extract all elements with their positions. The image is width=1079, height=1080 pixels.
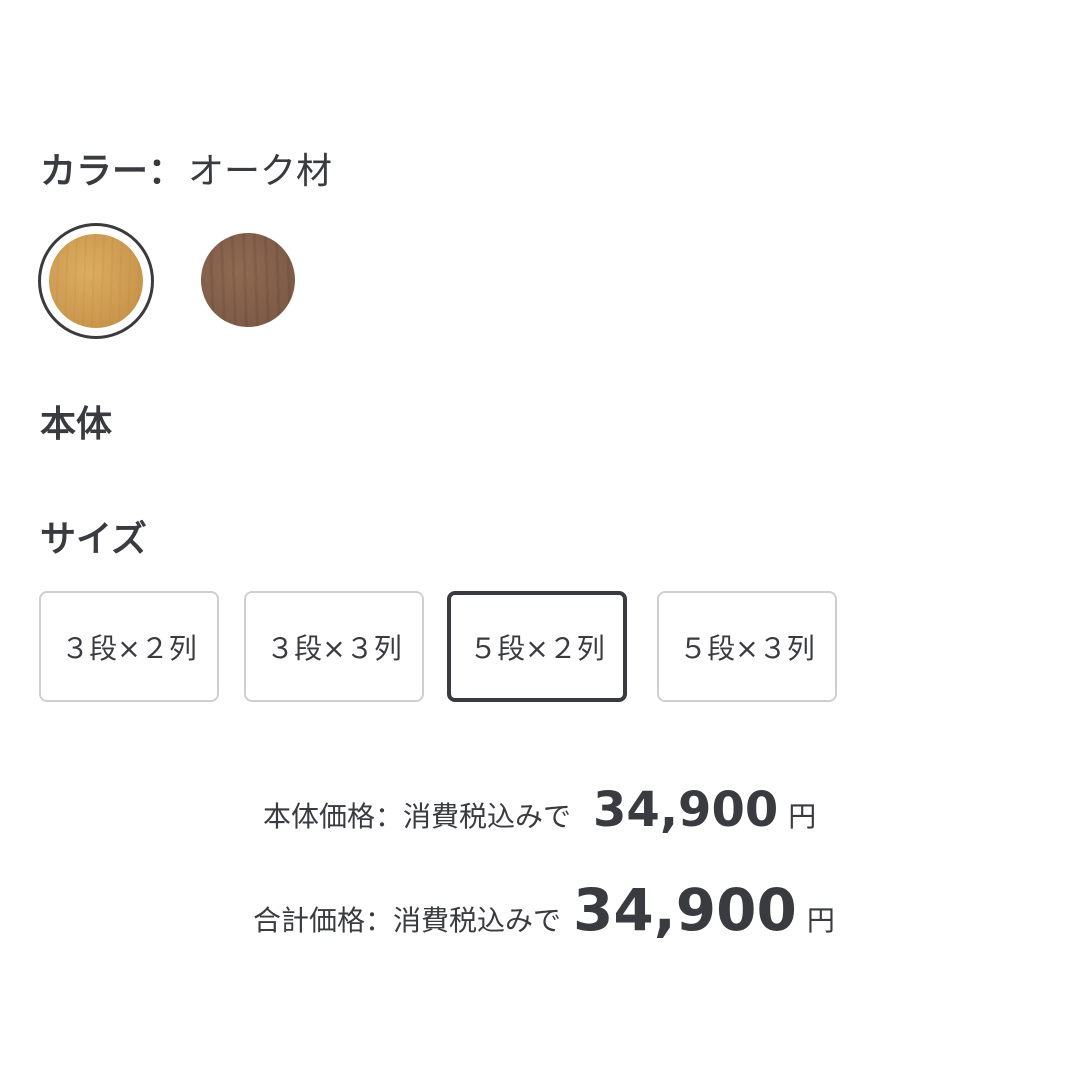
total-price-unit: 円 (806, 904, 835, 937)
total-price-row: 合計価格：消費税込みで 34,900 円 (253, 876, 835, 944)
size-section-title: サイズ (40, 519, 147, 560)
body-section-title: 本体 (40, 404, 113, 445)
base-price-label: 本体価格：消費税込みで (263, 800, 572, 833)
color-selection-header: カラー： オーク材 (40, 140, 332, 196)
size-option-5x3-button[interactable]: ５段×３列 (657, 591, 837, 702)
total-price-label: 合計価格：消費税込みで (253, 904, 562, 937)
base-price-unit: 円 (788, 800, 817, 833)
base-price-row: 本体価格：消費税込みで 34,900 円 (263, 782, 816, 838)
size-option-5x2-button[interactable]: ５段×２列 (447, 591, 627, 702)
size-option-3x2-button[interactable]: ３段×２列 (39, 591, 219, 702)
size-option-3x3-button[interactable]: ３段×３列 (244, 591, 424, 702)
color-label: カラー： (40, 151, 185, 192)
oak-wood-texture (49, 234, 143, 328)
total-price-amount: 34,900 (573, 876, 797, 944)
color-selected-value: オーク材 (188, 151, 333, 192)
color-swatch-walnut[interactable] (201, 233, 295, 327)
color-swatch-oak[interactable] (38, 223, 154, 339)
base-price-amount: 34,900 (593, 782, 779, 838)
